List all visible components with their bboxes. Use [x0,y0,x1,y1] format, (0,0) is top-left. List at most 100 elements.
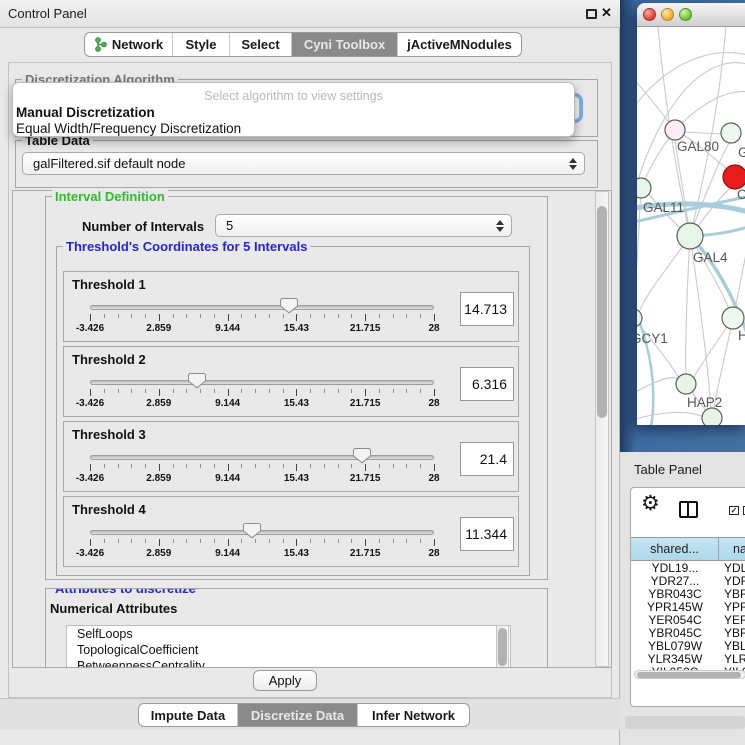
network-window-titlebar[interactable] [637,3,745,27]
attribute-item[interactable]: SelfLoops [67,626,510,642]
slider-major-tick [228,464,229,471]
attribute-item[interactable]: BetweennessCentrality [67,658,510,668]
threshold-2-value-field[interactable] [460,367,514,401]
slider-thumb[interactable] [188,372,206,389]
threshold-4-value-field[interactable] [460,517,514,551]
network-node[interactable] [637,178,651,198]
table-row[interactable]: YDL19...YDL1 [631,562,745,575]
slider-minor-tick [269,389,270,393]
threshold-3-value-field[interactable] [460,442,514,476]
slider-tick-label: 21.715 [341,473,389,484]
table-row[interactable]: YLR345WYLR3 [631,653,745,666]
checkbox-icon[interactable]: ✓ [729,506,739,515]
table-cell[interactable]: YLR3 [719,653,745,666]
network-node[interactable] [721,123,741,143]
popup-option-manual[interactable]: Manual Discretization [16,105,155,120]
attributes-scrollbar-thumb[interactable] [498,628,507,666]
threshold-2-slider[interactable] [90,380,434,385]
table-row[interactable]: YER054CYER0 [631,614,745,627]
table-cell[interactable]: YER054C [631,614,719,627]
table-hscrollbar[interactable] [634,670,745,679]
table-cell[interactable]: YDR27... [631,575,719,588]
settings-vscrollbar-thumb[interactable] [597,206,607,418]
threshold-3-slider[interactable] [90,455,434,460]
table-cell[interactable]: YPR1 [719,601,745,614]
slider-major-tick [365,314,366,321]
slider-tick-label: 28 [410,323,458,334]
table-cell[interactable]: YBL079W [631,640,719,653]
table-cell[interactable]: YER0 [719,614,745,627]
network-node[interactable] [676,374,696,394]
slider-tick-label: 2.859 [135,398,183,409]
table-cell[interactable]: YBR0 [719,588,745,601]
slider-tick-label: 15.43 [272,548,320,559]
threshold-1-label: Threshold 1 [72,277,146,292]
tab-impute-data[interactable]: Impute Data [139,704,238,726]
table-row[interactable]: YDR27...YDR2 [631,575,745,588]
network-node[interactable] [665,120,685,140]
slider-minor-tick [173,539,174,543]
close-icon[interactable]: ✕ [601,5,612,21]
slider-thumb[interactable] [280,297,298,314]
threshold-4-slider[interactable] [90,530,434,535]
attributes-scrollbar[interactable] [496,625,509,668]
table-cell[interactable]: YBR0 [719,627,745,640]
table-cell[interactable]: YBR043C [631,588,719,601]
tab-network[interactable]: Network [85,33,173,56]
num-intervals-combobox[interactable]: 5 [215,214,512,237]
table-cell[interactable]: YPR145W [631,601,719,614]
slider-minor-tick [214,464,215,468]
slider-thumb[interactable] [243,522,261,539]
table-data-combobox[interactable]: galFiltered.sif default node [22,152,585,175]
settings-vscrollbar[interactable] [595,191,609,667]
network-node[interactable] [723,165,745,189]
slider-thumb[interactable] [353,447,371,464]
table-cell[interactable]: YBR045C [631,627,719,640]
slider-tick-label: 9.144 [204,473,252,484]
slider-major-tick [159,464,160,471]
tab-discretize-data[interactable]: Discretize Data [238,704,358,726]
slider-minor-tick [406,389,407,393]
threshold-1-value-field[interactable] [460,292,514,326]
slider-tick-label: 9.144 [204,548,252,559]
table-cell[interactable]: YDR2 [719,575,745,588]
num-intervals-value: 5 [226,218,233,233]
table-cell[interactable]: YBL0 [719,640,745,653]
apply-button[interactable]: Apply [253,670,317,691]
popup-option-equal-width[interactable]: Equal Width/Frequency Discretization [16,121,241,136]
table-row[interactable]: YBR045CYBR0 [631,627,745,640]
bottom-tab-bar: Impute Data Discretize Data Infer Networ… [138,703,470,727]
tab-jactivemnodules[interactable]: jActiveMNodules [398,33,521,56]
network-node[interactable] [722,307,744,329]
slider-ticks [90,314,434,323]
table-cell[interactable]: YDL1 [719,562,745,575]
table-cell[interactable]: YLR345W [631,653,719,666]
close-traffic-light-icon[interactable] [643,8,656,21]
network-node[interactable] [677,223,703,249]
minimize-traffic-light-icon[interactable] [661,8,674,21]
table-row[interactable]: YBL079WYBL0 [631,640,745,653]
column-header-name[interactable]: na [719,538,745,560]
threshold-3-label: Threshold 3 [72,427,146,442]
slider-minor-tick [420,389,421,393]
network-canvas[interactable]: GAL80 G C GAL11 GAL4 GCY1 H HAP2 [637,27,745,425]
tab-cyni-toolbox[interactable]: Cyni Toolbox [292,33,398,56]
tab-select[interactable]: Select [230,33,292,56]
table-hscrollbar-thumb[interactable] [637,672,741,678]
threshold-1-slider[interactable] [90,305,434,310]
zoom-traffic-light-icon[interactable] [679,8,692,21]
gear-icon[interactable]: ⚙ [641,491,660,516]
slider-minor-tick [104,389,105,393]
table-row[interactable]: YPR145WYPR1 [631,601,745,614]
split-view-icon[interactable] [679,501,698,518]
column-header-shared[interactable]: shared... [631,538,719,560]
network-node[interactable] [702,408,722,425]
table-row[interactable]: YBR043CYBR0 [631,588,745,601]
tab-style[interactable]: Style [173,33,230,56]
attribute-item[interactable]: TopologicalCoefficient [67,642,510,658]
tab-infer-network[interactable]: Infer Network [358,704,469,726]
slider-tick-label: -3.426 [66,398,114,409]
table-cell[interactable]: YDL19... [631,562,719,575]
float-window-icon[interactable] [586,9,597,19]
attributes-list[interactable]: SelfLoopsTopologicalCoefficientBetweenne… [66,625,511,668]
